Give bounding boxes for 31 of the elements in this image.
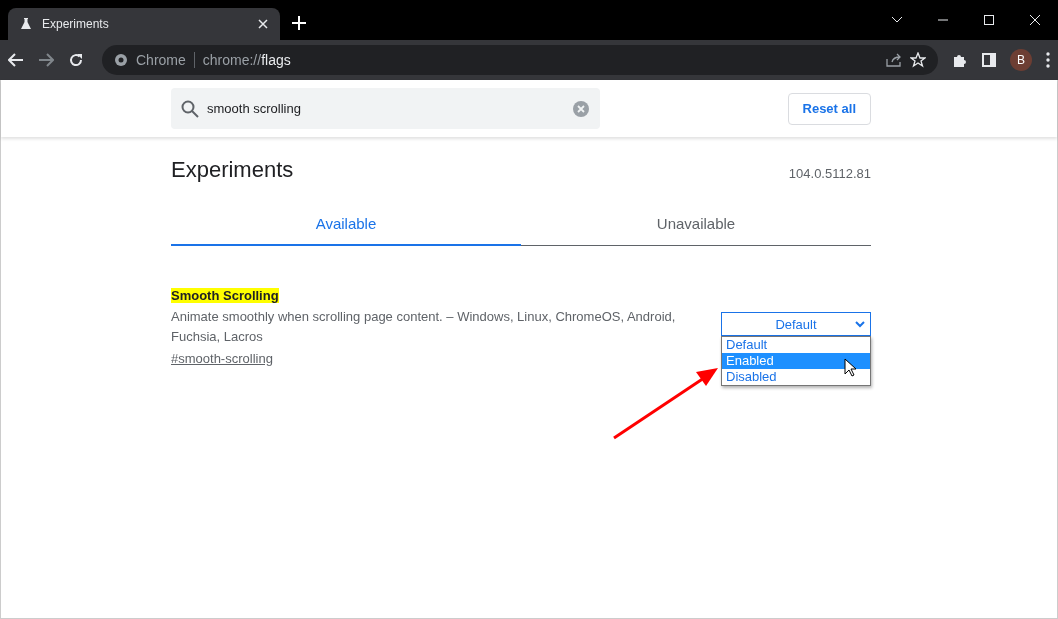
chrome-logo-icon bbox=[114, 53, 128, 67]
side-panel-icon[interactable] bbox=[982, 53, 996, 67]
profile-avatar[interactable]: B bbox=[1010, 49, 1032, 71]
search-icon bbox=[181, 99, 199, 118]
flag-description: Animate smoothly when scrolling page content. – Windows, Linux, ChromeOS, Android, Fuchsia, Lacros bbox=[171, 308, 677, 346]
mouse-cursor-icon bbox=[844, 358, 857, 378]
page-heading: Experiments bbox=[171, 157, 294, 183]
reload-icon[interactable] bbox=[68, 52, 84, 68]
tab[interactable]: Available bbox=[171, 207, 521, 246]
star-icon[interactable] bbox=[910, 52, 926, 68]
chevron-icon bbox=[855, 321, 865, 328]
new-tab-icon[interactable] bbox=[292, 16, 306, 30]
close-icon[interactable] bbox=[258, 19, 268, 29]
dropdown-option[interactable]: Enabled bbox=[722, 353, 870, 369]
tab[interactable]: Unavailable bbox=[521, 207, 871, 246]
dropdown-option[interactable]: Default bbox=[722, 337, 870, 353]
flag-select[interactable]: Default bbox=[721, 312, 871, 336]
dropdown-option[interactable]: Disabled bbox=[722, 369, 870, 385]
address-bar[interactable]: Chrome chrome://flags bbox=[102, 45, 938, 75]
flag-name: Smooth Scrolling bbox=[171, 288, 279, 303]
share-icon[interactable] bbox=[886, 53, 902, 67]
forward-icon[interactable] bbox=[38, 53, 54, 67]
menu-icon[interactable] bbox=[1046, 52, 1050, 68]
search-field[interactable]: smooth scrolling bbox=[171, 88, 600, 129]
back-icon[interactable] bbox=[8, 53, 24, 67]
browser-tab[interactable]: Experiments bbox=[8, 8, 280, 40]
puzzle-piece-icon[interactable] bbox=[952, 52, 968, 68]
version-text: 104.0.5112.81 bbox=[788, 166, 871, 181]
flag-link[interactable]: #smooth-scrolling bbox=[171, 351, 273, 366]
flask-icon bbox=[20, 18, 32, 30]
reset-all-button[interactable]: Reset all bbox=[787, 92, 871, 125]
